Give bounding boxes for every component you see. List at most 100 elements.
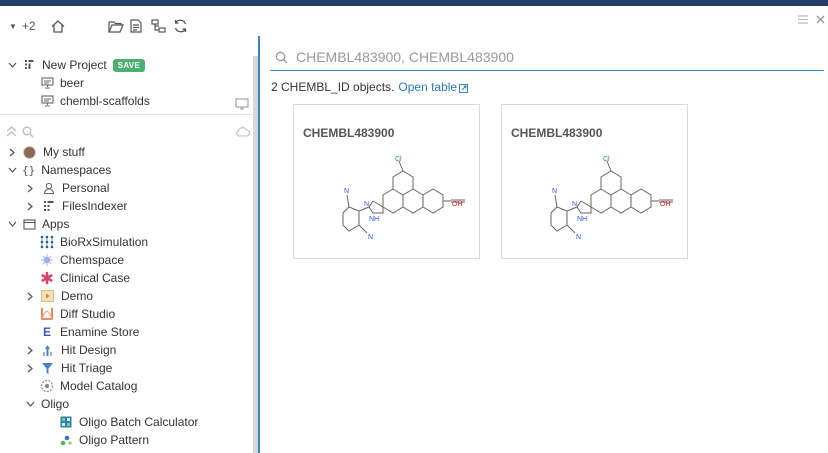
tree-item-filesindexer[interactable]: FilesIndexer bbox=[25, 197, 127, 215]
presentation-mode-button[interactable] bbox=[235, 95, 249, 113]
tree-item-apps[interactable]: Apps bbox=[7, 215, 69, 233]
home-icon bbox=[51, 19, 65, 33]
save-button[interactable]: SAVE bbox=[112, 58, 146, 72]
atom-label-nh: NH bbox=[577, 216, 587, 223]
tree-item-label: Enamine Store bbox=[60, 325, 140, 339]
section-divider bbox=[0, 114, 253, 115]
screen-icon bbox=[235, 98, 249, 110]
window-icon bbox=[23, 218, 36, 230]
app-item-hit-triage[interactable]: Hit Triage bbox=[25, 359, 112, 377]
chevron-right-icon[interactable] bbox=[7, 147, 17, 157]
app-item-chemspace[interactable]: Chemspace bbox=[40, 251, 124, 269]
chevron-right-icon[interactable] bbox=[25, 201, 35, 211]
batch-calculator-icon bbox=[60, 416, 72, 428]
molecule-structure: Cl OH N NH N N bbox=[342, 156, 465, 241]
summary-text: 2 CHEMBL_ID objects. bbox=[271, 80, 395, 94]
file-button[interactable] bbox=[130, 19, 142, 33]
molecule-card[interactable]: CHEMBL483900 Cl OH N NH N N bbox=[293, 104, 480, 259]
expand-dropdown[interactable]: ▼ +2 bbox=[9, 19, 36, 33]
refresh-icon bbox=[174, 19, 187, 33]
app-item-demo[interactable]: Demo bbox=[25, 287, 93, 305]
chevron-down-icon[interactable] bbox=[7, 60, 17, 70]
search-bar bbox=[270, 44, 824, 71]
open-folder-button[interactable] bbox=[108, 19, 124, 33]
project-item-beer[interactable]: beer bbox=[41, 74, 84, 92]
collapse-all-icon[interactable] bbox=[6, 126, 17, 140]
card-title: CHEMBL483900 bbox=[511, 126, 603, 140]
model-catalog-icon bbox=[40, 379, 54, 393]
app-item-clinical-case[interactable]: Clinical Case bbox=[40, 269, 130, 287]
oligo-item-pattern[interactable]: Oligo Pattern bbox=[60, 431, 149, 449]
tree-item-label: Hit Triage bbox=[61, 361, 113, 375]
tree-item-label: Namespaces bbox=[41, 163, 112, 177]
molecule-card[interactable]: CHEMBL483900 Cl OH N NH N N bbox=[501, 104, 688, 259]
tree-item-namespaces[interactable]: {} Namespaces bbox=[7, 161, 111, 179]
tree-item-label: Oligo bbox=[41, 397, 70, 411]
app-item-model-catalog[interactable]: Model Catalog bbox=[40, 377, 137, 395]
tree-item-personal[interactable]: Personal bbox=[25, 179, 109, 197]
tree-item-label: My stuff bbox=[43, 145, 85, 159]
tree-item-label: Demo bbox=[61, 289, 94, 303]
project-item-chembl-scaffolds[interactable]: chembl-scaffolds bbox=[41, 92, 150, 110]
atom-label-cn-bottom: N bbox=[576, 234, 581, 241]
panel-splitter[interactable] bbox=[258, 36, 260, 453]
cloud-icon[interactable] bbox=[235, 126, 250, 140]
project-icon bbox=[25, 58, 34, 72]
chemspace-icon bbox=[41, 254, 53, 266]
enamine-icon: E bbox=[42, 325, 51, 339]
tree-item-label: FilesIndexer bbox=[62, 199, 128, 213]
tree-view-button[interactable] bbox=[151, 19, 166, 33]
atom-label-n: N bbox=[572, 201, 577, 208]
expand-count: +2 bbox=[21, 19, 36, 33]
home-button[interactable] bbox=[51, 19, 65, 33]
chevron-right-icon[interactable] bbox=[25, 345, 35, 355]
close-icon[interactable] bbox=[816, 13, 825, 27]
open-table-label: Open table bbox=[398, 80, 458, 94]
chevron-right-icon[interactable] bbox=[25, 363, 35, 373]
external-link-icon bbox=[459, 83, 469, 93]
atom-label-oh: OH bbox=[660, 201, 671, 208]
sidebar: ▼ +2 New Project SAVE beer chembl-scaffo… bbox=[0, 6, 258, 453]
chevron-right-icon[interactable] bbox=[25, 183, 35, 193]
tree-item-label: Model Catalog bbox=[60, 379, 138, 393]
app-item-hit-design[interactable]: Hit Design bbox=[25, 341, 116, 359]
search-input[interactable] bbox=[296, 49, 796, 65]
tree-item-label: Apps bbox=[42, 217, 70, 231]
chevron-right-icon[interactable] bbox=[25, 291, 35, 301]
clinical-case-icon bbox=[41, 271, 53, 285]
refresh-button[interactable] bbox=[173, 19, 188, 33]
open-table-link[interactable]: Open table bbox=[398, 80, 469, 94]
chevron-down-icon[interactable] bbox=[7, 165, 17, 175]
project-row[interactable]: New Project SAVE bbox=[7, 56, 146, 74]
tree-item-my-stuff[interactable]: My stuff bbox=[7, 143, 85, 161]
braces-icon: {} bbox=[22, 163, 36, 177]
tree-item-label: BioRxSimulation bbox=[60, 235, 149, 249]
tree-item-label: Clinical Case bbox=[60, 271, 131, 285]
project-item-label: chembl-scaffolds bbox=[60, 94, 150, 108]
monitor-icon bbox=[41, 95, 54, 107]
search-icon bbox=[275, 51, 288, 63]
grid-dots-icon bbox=[40, 235, 54, 249]
tree-item-label: Oligo Batch Calculator bbox=[79, 415, 199, 429]
tree-item-label: Personal bbox=[62, 181, 110, 195]
app-item-enamine-store[interactable]: E Enamine Store bbox=[40, 323, 139, 341]
user-icon bbox=[43, 182, 55, 194]
diff-studio-icon bbox=[41, 308, 53, 320]
browse-search-row bbox=[0, 122, 253, 144]
chevron-down-icon[interactable] bbox=[25, 399, 35, 409]
hierarchy-icon bbox=[151, 19, 166, 33]
menu-icon[interactable] bbox=[798, 13, 808, 27]
molecule-structure: Cl OH N NH N N bbox=[550, 156, 673, 241]
oligo-item-batch-calculator[interactable]: Oligo Batch Calculator bbox=[60, 413, 198, 431]
search-icon[interactable] bbox=[22, 126, 34, 141]
chevron-down-icon[interactable] bbox=[7, 219, 17, 229]
project-name: New Project bbox=[42, 58, 107, 72]
app-item-oligo[interactable]: Oligo bbox=[25, 395, 69, 413]
atom-label-cl: Cl bbox=[603, 156, 610, 163]
app-item-biorxsimulation[interactable]: BioRxSimulation bbox=[40, 233, 148, 251]
avatar bbox=[23, 145, 36, 159]
tree-item-label: Diff Studio bbox=[60, 307, 116, 321]
tree-item-label: Oligo Pattern bbox=[79, 433, 150, 447]
atom-label-n: N bbox=[364, 201, 369, 208]
app-item-diff-studio[interactable]: Diff Studio bbox=[40, 305, 115, 323]
